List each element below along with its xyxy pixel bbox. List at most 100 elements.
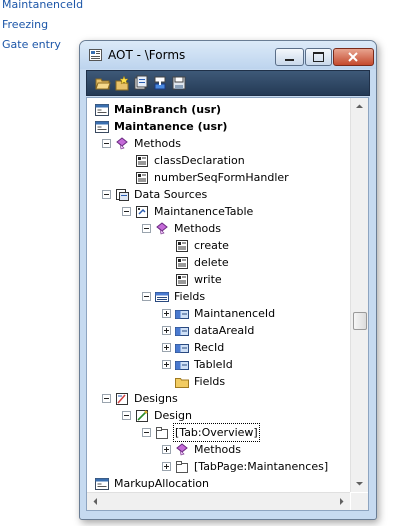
aot-tree-panel: MainBranch (usr) Maintanence (usr) Methods…	[86, 97, 369, 511]
tree-node-label: Designs	[134, 392, 178, 405]
tree-node-label: numberSeqFormHandler	[154, 171, 289, 184]
tree-node[interactable]: Design	[87, 407, 350, 424]
save-icon[interactable]	[171, 75, 187, 91]
method-icon	[176, 257, 188, 269]
tree-node[interactable]: numberSeqFormHandler	[87, 169, 350, 186]
tree-node[interactable]: delete	[87, 254, 350, 271]
methods-icon	[176, 443, 188, 456]
field-icon	[175, 327, 189, 336]
expand-icon[interactable]	[162, 326, 171, 335]
methods-icon	[116, 137, 128, 150]
scroll-thumb[interactable]	[353, 312, 367, 330]
expand-icon[interactable]	[162, 360, 171, 369]
tree-node-label: TableId	[194, 358, 233, 371]
collapse-icon[interactable]	[102, 394, 111, 403]
tree-node[interactable]: [TabPage:Maintanences]	[87, 458, 350, 475]
background-link-freezing[interactable]: Freezing	[2, 18, 48, 31]
background-link-gate-entry[interactable]: Gate entry	[2, 38, 61, 51]
tree-node-label: delete	[194, 256, 229, 269]
tree-node[interactable]: MainBranch (usr)	[87, 101, 350, 118]
expand-icon[interactable]	[162, 462, 171, 471]
tree-node[interactable]: Designs	[87, 390, 350, 407]
tree-node[interactable]: create	[87, 237, 350, 254]
tree-node-label: [Tab:Overview]	[173, 423, 260, 442]
tree-node[interactable]: Fields	[87, 373, 350, 390]
aot-window: AOT - \Forms MainBranch (usr) Maintanenc…	[79, 40, 377, 520]
maximize-button[interactable]	[305, 48, 332, 66]
tree-node[interactable]: [Tab:Overview]	[87, 423, 350, 442]
tree-node-label: write	[194, 273, 222, 286]
design-icon	[136, 410, 148, 422]
tree-node[interactable]: Data Sources	[87, 186, 350, 203]
tree-node-label: MarkupAllocation	[114, 477, 209, 490]
tree-node[interactable]: Fields	[87, 288, 350, 305]
form-icon	[95, 121, 109, 133]
tree-node[interactable]: classDeclaration	[87, 152, 350, 169]
method-icon	[176, 240, 188, 252]
tree-node-label: MaintanenceTable	[154, 205, 254, 218]
tree-node[interactable]: Methods	[87, 135, 350, 152]
tree-node[interactable]: MarkupAllocation	[87, 475, 350, 492]
tree-node-label: MainBranch (usr)	[114, 103, 222, 116]
field-icon	[175, 361, 189, 370]
vertical-scrollbar[interactable]	[350, 98, 368, 492]
tree-node[interactable]: RecId	[87, 339, 350, 356]
scroll-left-button[interactable]	[87, 493, 104, 510]
compile-icon[interactable]	[152, 75, 168, 91]
tree-node-label: Fields	[174, 290, 206, 303]
datasources-icon	[116, 189, 129, 201]
tree-node-label: Design	[154, 409, 192, 422]
scroll-up-button[interactable]	[351, 98, 368, 115]
designs-icon	[116, 393, 128, 405]
background-link-maintanenceid[interactable]: MaintanenceId	[2, 0, 83, 11]
horizontal-scrollbar[interactable]	[87, 492, 350, 510]
tree-node[interactable]: Maintanence (usr)	[87, 118, 350, 135]
close-icon	[348, 52, 358, 62]
tree-node-label: Maintanence (usr)	[114, 120, 228, 133]
form-icon	[95, 478, 109, 490]
collapse-icon[interactable]	[102, 139, 111, 148]
chevron-right-icon	[340, 498, 344, 505]
title-bar[interactable]: AOT - \Forms	[80, 41, 376, 69]
tree-node-label: [TabPage:Maintanences]	[194, 460, 329, 473]
form-icon	[95, 104, 109, 116]
scroll-right-button[interactable]	[333, 493, 350, 510]
tree-node-label: dataAreaId	[194, 324, 255, 337]
tree-node[interactable]: TableId	[87, 356, 350, 373]
expand-icon[interactable]	[162, 445, 171, 454]
field-icon	[175, 310, 189, 319]
collapse-icon[interactable]	[102, 190, 111, 199]
tree-node[interactable]: MaintanenceTable	[87, 203, 350, 220]
tree-node-label: classDeclaration	[154, 154, 245, 167]
collapse-icon[interactable]	[122, 207, 131, 216]
tree-node[interactable]: Methods	[87, 441, 350, 458]
aot-tree[interactable]: MainBranch (usr) Maintanence (usr) Methods…	[87, 98, 350, 492]
tree-node-label: create	[194, 239, 229, 252]
scroll-down-button[interactable]	[351, 475, 368, 492]
tree-node-label: Methods	[194, 443, 241, 456]
tree-node-label: MaintanenceId	[194, 307, 276, 320]
fields-icon	[155, 292, 169, 302]
chevron-up-icon	[356, 104, 363, 108]
collapse-icon[interactable]	[142, 224, 151, 233]
minimize-button[interactable]	[275, 48, 304, 66]
tab-icon	[156, 427, 168, 439]
methods-icon	[156, 222, 168, 235]
open-icon[interactable]	[95, 75, 111, 91]
properties-icon[interactable]	[133, 75, 149, 91]
tree-node[interactable]: MaintanenceId	[87, 305, 350, 322]
tree-node[interactable]: dataAreaId	[87, 322, 350, 339]
close-button[interactable]	[333, 48, 374, 66]
collapse-icon[interactable]	[142, 292, 151, 301]
tree-node[interactable]: Methods	[87, 220, 350, 237]
expand-icon[interactable]	[162, 343, 171, 352]
method-icon	[136, 155, 148, 167]
expand-icon[interactable]	[162, 309, 171, 318]
window-title: AOT - \Forms	[108, 48, 186, 62]
collapse-icon[interactable]	[142, 428, 151, 437]
collapse-icon[interactable]	[122, 411, 131, 420]
tree-node[interactable]: write	[87, 271, 350, 288]
datasource-icon	[136, 206, 148, 218]
new-icon[interactable]	[114, 75, 130, 91]
toolbar	[86, 70, 370, 96]
